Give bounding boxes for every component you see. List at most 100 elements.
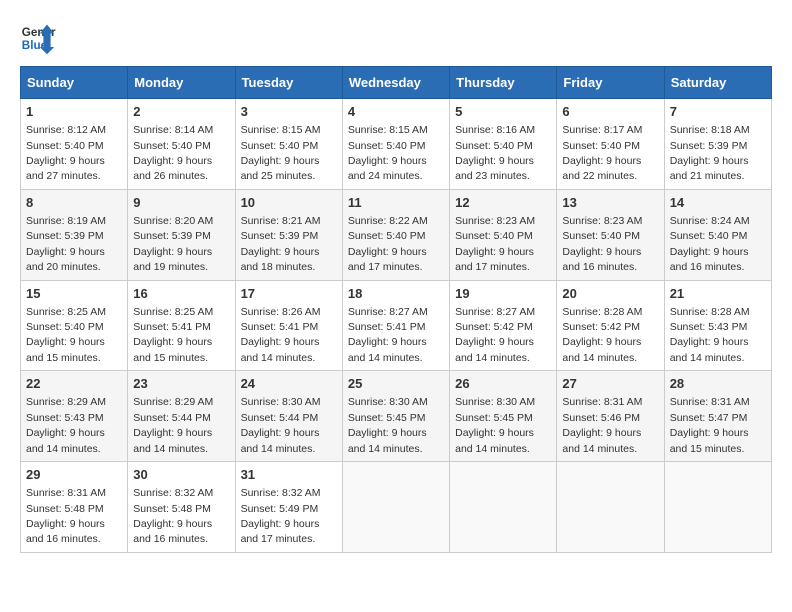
day-number: 12 xyxy=(455,194,551,212)
day-number: 7 xyxy=(670,103,766,121)
day-info: Sunrise: 8:30 AMSunset: 5:44 PMDaylight:… xyxy=(241,396,321,454)
calendar-cell: 22 Sunrise: 8:29 AMSunset: 5:43 PMDayligh… xyxy=(21,371,128,462)
day-info: Sunrise: 8:25 AMSunset: 5:40 PMDaylight:… xyxy=(26,306,106,364)
calendar-cell xyxy=(557,462,664,553)
calendar-cell: 20 Sunrise: 8:28 AMSunset: 5:42 PMDayligh… xyxy=(557,280,664,371)
calendar-cell: 9 Sunrise: 8:20 AMSunset: 5:39 PMDaylight… xyxy=(128,189,235,280)
calendar-cell: 5 Sunrise: 8:16 AMSunset: 5:40 PMDaylight… xyxy=(450,99,557,190)
day-number: 3 xyxy=(241,103,337,121)
day-number: 6 xyxy=(562,103,658,121)
day-number: 1 xyxy=(26,103,122,121)
calendar-cell: 3 Sunrise: 8:15 AMSunset: 5:40 PMDaylight… xyxy=(235,99,342,190)
header-thursday: Thursday xyxy=(450,67,557,99)
day-info: Sunrise: 8:15 AMSunset: 5:40 PMDaylight:… xyxy=(241,124,321,182)
day-number: 14 xyxy=(670,194,766,212)
calendar-cell: 10 Sunrise: 8:21 AMSunset: 5:39 PMDayligh… xyxy=(235,189,342,280)
day-info: Sunrise: 8:29 AMSunset: 5:43 PMDaylight:… xyxy=(26,396,106,454)
day-number: 17 xyxy=(241,285,337,303)
calendar-cell: 4Sunrise: 8:15 AMSunset: 5:40 PMDaylight… xyxy=(342,99,449,190)
header-friday: Friday xyxy=(557,67,664,99)
calendar-cell: 30 Sunrise: 8:32 AMSunset: 5:48 PMDayligh… xyxy=(128,462,235,553)
calendar-cell: 27 Sunrise: 8:31 AMSunset: 5:46 PMDayligh… xyxy=(557,371,664,462)
day-info: Sunrise: 8:23 AMSunset: 5:40 PMDaylight:… xyxy=(455,215,535,273)
day-info: Sunrise: 8:32 AMSunset: 5:48 PMDaylight:… xyxy=(133,487,213,545)
day-info: Sunrise: 8:27 AMSunset: 5:41 PMDaylight:… xyxy=(348,306,428,364)
day-number: 22 xyxy=(26,375,122,393)
day-info: Sunrise: 8:17 AMSunset: 5:40 PMDaylight:… xyxy=(562,124,642,182)
week-row-4: 22 Sunrise: 8:29 AMSunset: 5:43 PMDayligh… xyxy=(21,371,772,462)
calendar-cell xyxy=(664,462,771,553)
day-info: Sunrise: 8:27 AMSunset: 5:42 PMDaylight:… xyxy=(455,306,535,364)
calendar-cell: 18 Sunrise: 8:27 AMSunset: 5:41 PMDayligh… xyxy=(342,280,449,371)
day-number: 29 xyxy=(26,466,122,484)
calendar-cell: 19 Sunrise: 8:27 AMSunset: 5:42 PMDayligh… xyxy=(450,280,557,371)
day-number: 20 xyxy=(562,285,658,303)
day-number: 11 xyxy=(348,194,444,212)
day-info: Sunrise: 8:31 AMSunset: 5:46 PMDaylight:… xyxy=(562,396,642,454)
day-number: 5 xyxy=(455,103,551,121)
day-info: Sunrise: 8:19 AMSunset: 5:39 PMDaylight:… xyxy=(26,215,106,273)
day-number: 31 xyxy=(241,466,337,484)
calendar-cell: 8Sunrise: 8:19 AMSunset: 5:39 PMDaylight… xyxy=(21,189,128,280)
day-number: 9 xyxy=(133,194,229,212)
logo: General Blue xyxy=(20,20,56,56)
calendar-cell: 23 Sunrise: 8:29 AMSunset: 5:44 PMDayligh… xyxy=(128,371,235,462)
logo-icon: General Blue xyxy=(20,20,56,56)
calendar-cell xyxy=(450,462,557,553)
day-number: 18 xyxy=(348,285,444,303)
day-number: 23 xyxy=(133,375,229,393)
day-number: 10 xyxy=(241,194,337,212)
day-number: 19 xyxy=(455,285,551,303)
calendar-cell: 24 Sunrise: 8:30 AMSunset: 5:44 PMDayligh… xyxy=(235,371,342,462)
calendar-cell: 1Sunrise: 8:12 AMSunset: 5:40 PMDaylight… xyxy=(21,99,128,190)
day-info: Sunrise: 8:22 AMSunset: 5:40 PMDaylight:… xyxy=(348,215,428,273)
calendar-cell: 13Sunrise: 8:23 AMSunset: 5:40 PMDayligh… xyxy=(557,189,664,280)
calendar-cell: 2 Sunrise: 8:14 AMSunset: 5:40 PMDaylight… xyxy=(128,99,235,190)
day-info: Sunrise: 8:25 AMSunset: 5:41 PMDaylight:… xyxy=(133,306,213,364)
header-saturday: Saturday xyxy=(664,67,771,99)
day-number: 4 xyxy=(348,103,444,121)
day-number: 24 xyxy=(241,375,337,393)
calendar-cell: 7Sunrise: 8:18 AMSunset: 5:39 PMDaylight… xyxy=(664,99,771,190)
calendar-cell: 26 Sunrise: 8:30 AMSunset: 5:45 PMDayligh… xyxy=(450,371,557,462)
day-number: 25 xyxy=(348,375,444,393)
calendar-cell: 11 Sunrise: 8:22 AMSunset: 5:40 PMDayligh… xyxy=(342,189,449,280)
calendar-cell: 15Sunrise: 8:25 AMSunset: 5:40 PMDayligh… xyxy=(21,280,128,371)
calendar-cell: 29 Sunrise: 8:31 AMSunset: 5:48 PMDayligh… xyxy=(21,462,128,553)
calendar-cell: 21 Sunrise: 8:28 AMSunset: 5:43 PMDayligh… xyxy=(664,280,771,371)
day-info: Sunrise: 8:29 AMSunset: 5:44 PMDaylight:… xyxy=(133,396,213,454)
day-number: 21 xyxy=(670,285,766,303)
day-number: 2 xyxy=(133,103,229,121)
day-info: Sunrise: 8:31 AMSunset: 5:47 PMDaylight:… xyxy=(670,396,750,454)
calendar-cell xyxy=(342,462,449,553)
calendar-cell: 12 Sunrise: 8:23 AMSunset: 5:40 PMDayligh… xyxy=(450,189,557,280)
day-number: 28 xyxy=(670,375,766,393)
calendar-cell: 14 Sunrise: 8:24 AMSunset: 5:40 PMDayligh… xyxy=(664,189,771,280)
day-info: Sunrise: 8:14 AMSunset: 5:40 PMDaylight:… xyxy=(133,124,213,182)
week-row-2: 8Sunrise: 8:19 AMSunset: 5:39 PMDaylight… xyxy=(21,189,772,280)
calendar-cell: 16 Sunrise: 8:25 AMSunset: 5:41 PMDayligh… xyxy=(128,280,235,371)
day-info: Sunrise: 8:28 AMSunset: 5:42 PMDaylight:… xyxy=(562,306,642,364)
day-info: Sunrise: 8:20 AMSunset: 5:39 PMDaylight:… xyxy=(133,215,213,273)
day-info: Sunrise: 8:30 AMSunset: 5:45 PMDaylight:… xyxy=(455,396,535,454)
day-number: 16 xyxy=(133,285,229,303)
day-info: Sunrise: 8:31 AMSunset: 5:48 PMDaylight:… xyxy=(26,487,106,545)
day-number: 30 xyxy=(133,466,229,484)
calendar-cell: 17 Sunrise: 8:26 AMSunset: 5:41 PMDayligh… xyxy=(235,280,342,371)
day-number: 13 xyxy=(562,194,658,212)
day-info: Sunrise: 8:21 AMSunset: 5:39 PMDaylight:… xyxy=(241,215,321,273)
calendar-cell: 25 Sunrise: 8:30 AMSunset: 5:45 PMDayligh… xyxy=(342,371,449,462)
calendar-table: SundayMondayTuesdayWednesdayThursdayFrid… xyxy=(20,66,772,553)
week-row-5: 29 Sunrise: 8:31 AMSunset: 5:48 PMDayligh… xyxy=(21,462,772,553)
day-info: Sunrise: 8:32 AMSunset: 5:49 PMDaylight:… xyxy=(241,487,321,545)
day-number: 27 xyxy=(562,375,658,393)
day-info: Sunrise: 8:28 AMSunset: 5:43 PMDaylight:… xyxy=(670,306,750,364)
calendar-cell: 31 Sunrise: 8:32 AMSunset: 5:49 PMDayligh… xyxy=(235,462,342,553)
day-info: Sunrise: 8:24 AMSunset: 5:40 PMDaylight:… xyxy=(670,215,750,273)
day-info: Sunrise: 8:30 AMSunset: 5:45 PMDaylight:… xyxy=(348,396,428,454)
day-number: 26 xyxy=(455,375,551,393)
day-info: Sunrise: 8:26 AMSunset: 5:41 PMDaylight:… xyxy=(241,306,321,364)
calendar-cell: 28 Sunrise: 8:31 AMSunset: 5:47 PMDayligh… xyxy=(664,371,771,462)
day-info: Sunrise: 8:16 AMSunset: 5:40 PMDaylight:… xyxy=(455,124,535,182)
header-tuesday: Tuesday xyxy=(235,67,342,99)
